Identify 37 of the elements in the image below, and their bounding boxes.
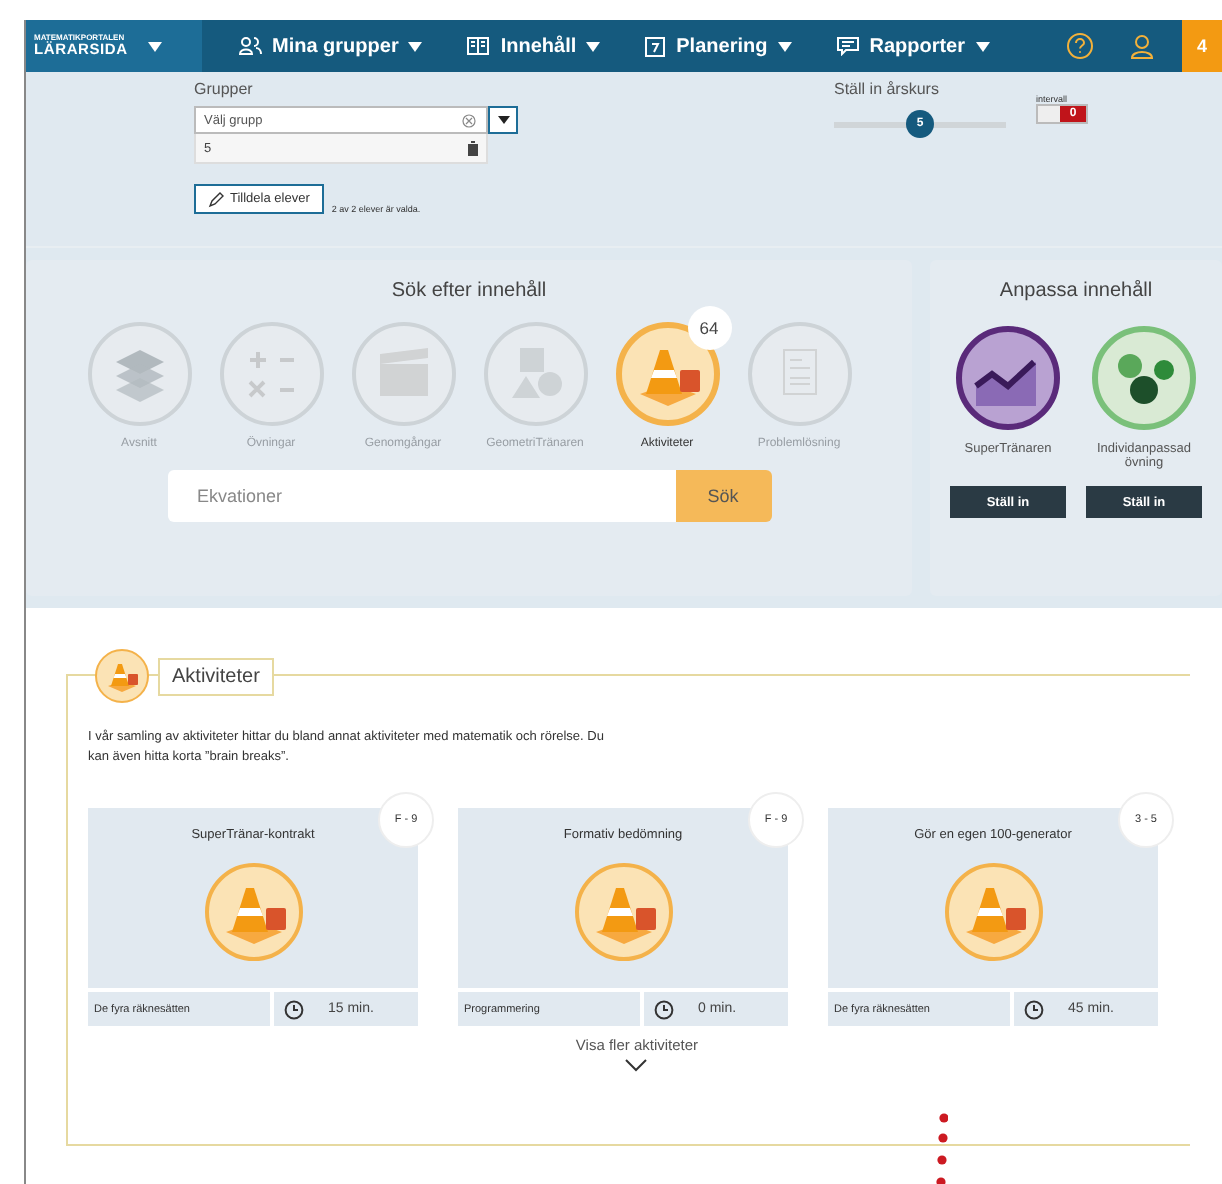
dropdown-button[interactable] <box>488 106 518 134</box>
caret-icon <box>777 41 792 51</box>
clock-icon <box>654 999 674 1020</box>
search-field[interactable]: Ekvationer <box>167 470 675 522</box>
clock-icon <box>284 999 304 1020</box>
users-icon <box>238 36 262 56</box>
clear-icon <box>462 113 476 127</box>
caret-icon <box>497 116 509 124</box>
cone-icon <box>943 862 1043 963</box>
caret-icon <box>586 41 601 51</box>
section-title: Aktiviteter <box>158 657 274 695</box>
cone-icon <box>203 862 303 963</box>
book-icon <box>466 36 491 56</box>
nav-menu[interactable]: Planering <box>644 35 792 57</box>
count-badge: 64 <box>687 306 731 350</box>
nav-menu[interactable]: Rapporter <box>835 35 990 57</box>
user-icon <box>1130 33 1154 59</box>
cone-icon <box>573 862 673 963</box>
chevron-down-icon <box>624 1058 649 1073</box>
caret-icon <box>975 41 990 51</box>
message-icon <box>835 36 860 56</box>
pencil-icon <box>208 191 224 207</box>
grade-label: Ställ in årskurs <box>834 80 941 98</box>
panel-title: Anpassa innehåll <box>999 280 1153 302</box>
help-icon <box>1066 32 1094 60</box>
caret-icon <box>408 41 423 51</box>
cone-icon <box>94 648 150 704</box>
trend-chart-icon <box>956 326 1060 430</box>
panel-title: Sök efter innehåll <box>391 280 547 302</box>
calendar-icon <box>644 35 667 57</box>
nav-menu[interactable]: Mina grupper <box>238 35 423 57</box>
groups-label: Grupper <box>194 80 255 98</box>
clock-icon <box>1024 999 1044 1020</box>
nav-menu[interactable]: Innehåll <box>466 35 601 57</box>
caret-icon <box>147 41 162 51</box>
dotted-line-drawing <box>936 1112 948 1184</box>
search-button[interactable]: Sök <box>675 470 771 522</box>
